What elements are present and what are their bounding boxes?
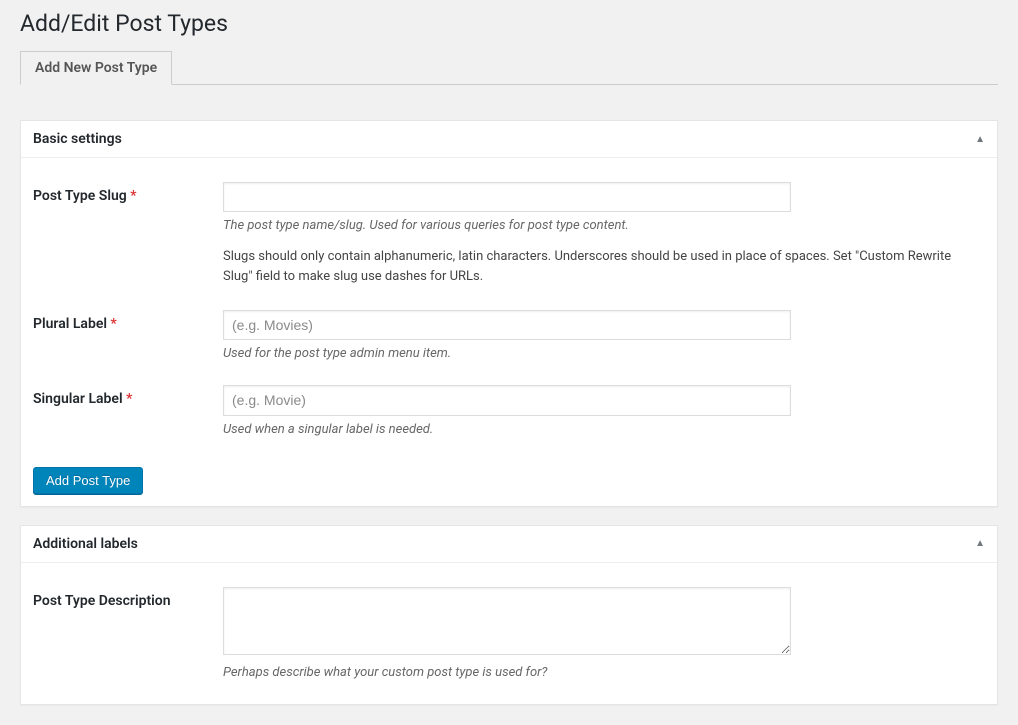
panel-header[interactable]: Additional labels ▲	[21, 526, 997, 563]
panel-title: Additional labels	[33, 536, 138, 552]
required-marker: *	[130, 188, 136, 204]
collapse-icon[interactable]: ▲	[975, 538, 985, 549]
description-textarea[interactable]	[223, 587, 791, 655]
panel-header[interactable]: Basic settings ▲	[21, 121, 997, 158]
tab-bar: Add New Post Type	[20, 51, 998, 85]
panel-body: Post Type Description Perhaps describe w…	[21, 563, 997, 704]
collapse-icon[interactable]: ▲	[975, 134, 985, 145]
panel-title: Basic settings	[33, 131, 122, 147]
plural-input[interactable]	[223, 310, 791, 340]
tab-add-new-post-type[interactable]: Add New Post Type	[20, 51, 172, 85]
slug-label: Post Type Slug	[33, 188, 127, 204]
panel-additional-labels: Additional labels ▲ Post Type Descriptio…	[20, 525, 998, 705]
plural-help: Used for the post type admin menu item.	[223, 346, 975, 361]
required-marker: *	[111, 316, 117, 332]
description-label: Post Type Description	[33, 593, 171, 609]
panel-body: Post Type Slug * The post type name/slug…	[21, 158, 997, 506]
singular-label: Singular Label	[33, 391, 123, 407]
plural-label: Plural Label	[33, 316, 107, 332]
description-help: Perhaps describe what your custom post t…	[223, 665, 975, 680]
add-post-type-button[interactable]: Add Post Type	[33, 467, 143, 494]
page-title: Add/Edit Post Types	[20, 0, 998, 51]
singular-help: Used when a singular label is needed.	[223, 422, 975, 437]
panel-basic-settings: Basic settings ▲ Post Type Slug * The po…	[20, 120, 998, 507]
singular-input[interactable]	[223, 385, 791, 415]
slug-help: The post type name/slug. Used for variou…	[223, 218, 975, 233]
required-marker: *	[126, 391, 132, 407]
slug-help-extra: Slugs should only contain alphanumeric, …	[223, 247, 975, 286]
slug-input[interactable]	[223, 182, 791, 212]
